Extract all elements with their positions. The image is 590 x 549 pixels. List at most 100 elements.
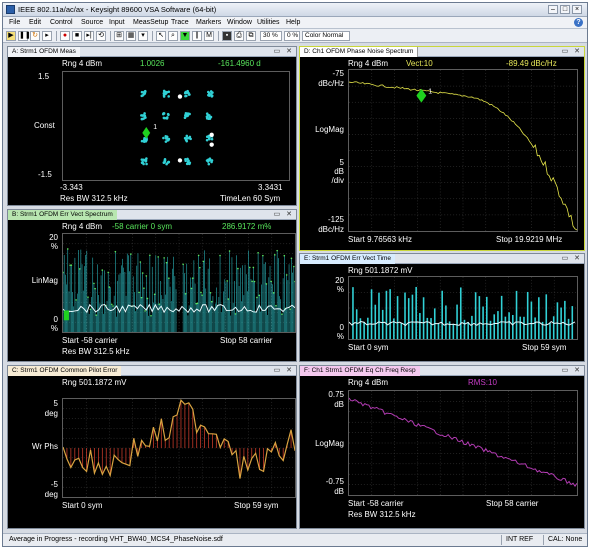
- menu-markers[interactable]: Markers: [196, 19, 221, 26]
- constellation-point: [140, 158, 144, 161]
- window-e-controls[interactable]: ▭ ✕: [562, 254, 582, 264]
- copy-icon[interactable]: ⧉: [246, 31, 256, 41]
- color-mode-select[interactable]: Color Normal: [302, 31, 350, 41]
- spectrum-peak: [210, 300, 213, 303]
- layout-icon[interactable]: ⊞: [114, 31, 124, 41]
- window-a-tab[interactable]: A: Strm1 OFDM Meas: [8, 47, 80, 57]
- start-label: Start 0 sym: [62, 501, 103, 510]
- constellation-graticule[interactable]: 1: [62, 71, 290, 181]
- stop-freq-label: Stop 19.9219 MHz: [496, 235, 563, 244]
- zoom-icon[interactable]: ⌕: [168, 31, 178, 41]
- pilot-error-graticule[interactable]: [62, 398, 296, 498]
- y-bottom-unit: deg: [44, 490, 58, 499]
- constellation-point: [165, 135, 169, 139]
- constellation-point: [143, 139, 147, 142]
- reference-status[interactable]: INT REF: [501, 535, 541, 545]
- step-icon[interactable]: ▸|: [84, 31, 94, 41]
- marker-icon[interactable]: ▼: [180, 31, 190, 41]
- spectrum-peak: [140, 296, 143, 299]
- spectrum-peak: [258, 294, 261, 297]
- menu-meassetup[interactable]: MeasSetup: [133, 19, 168, 26]
- window-e-titlebar: E: Strm1 OFDM Err Vect Time ▭ ✕: [300, 254, 584, 264]
- y-top-unit: dBc/Hz: [318, 79, 344, 88]
- menu-source[interactable]: Source: [81, 19, 103, 26]
- close-button[interactable]: ×: [572, 5, 582, 14]
- window-f-eq-ch-freq-resp[interactable]: F: Ch1 Strm1 OFDM Eq Ch Freq Resp ▭ ✕ Rn…: [299, 365, 585, 529]
- spectrum-peak: [63, 271, 64, 274]
- spectrum-peak: [190, 287, 193, 290]
- stop-icon[interactable]: ■: [72, 31, 82, 41]
- spectrum-peak: [153, 293, 156, 296]
- spectrum-peak: [265, 283, 268, 285]
- spectrum-peak: [146, 297, 149, 300]
- menu-trace[interactable]: Trace: [171, 19, 189, 26]
- restart-icon[interactable]: ↻: [30, 31, 40, 41]
- spectrum-peak: [182, 263, 184, 266]
- menu-control[interactable]: Control: [50, 19, 73, 26]
- pause-icon[interactable]: ❚❚: [18, 31, 31, 41]
- freq-resp-graticule[interactable]: [348, 390, 578, 496]
- rms-label: RMS:10: [468, 378, 497, 387]
- y-bottom-unit: %: [336, 332, 344, 341]
- window-d-controls[interactable]: ▭ ✕: [562, 47, 582, 57]
- print-icon[interactable]: ⎙: [234, 31, 244, 41]
- phase-noise-graticule[interactable]: 1: [348, 69, 578, 232]
- constellation-point: [209, 90, 213, 93]
- window-a-controls[interactable]: ▭ ✕: [274, 47, 294, 57]
- repeat-icon[interactable]: ⟲: [96, 31, 106, 41]
- marker-bars-icon[interactable]: ∥: [192, 31, 202, 41]
- window-b-err-vect-spectrum[interactable]: B: Strm1 OFDM Err Vect Spectrum ▭ ✕ Rng …: [7, 209, 297, 362]
- window-b-controls[interactable]: ▭ ✕: [274, 210, 294, 220]
- menu-file[interactable]: File: [9, 19, 20, 26]
- marker-to-icon[interactable]: M: [204, 31, 214, 41]
- constellation-point: [185, 94, 188, 98]
- window-c-tab[interactable]: C: Strm1 OFDM Common Pilot Error: [8, 366, 122, 376]
- window-e-err-vect-time[interactable]: E: Strm1 OFDM Err Vect Time ▭ ✕ Rng 501.…: [299, 253, 585, 362]
- window-f-controls[interactable]: ▭ ✕: [562, 366, 582, 376]
- menu-help[interactable]: Help: [286, 19, 300, 26]
- record-icon[interactable]: ●: [60, 31, 70, 41]
- y-top-unit: deg: [44, 409, 58, 418]
- grid-icon[interactable]: ▦: [126, 31, 136, 41]
- constellation-point: [163, 159, 167, 162]
- marker-diamond: [142, 126, 151, 139]
- help-icon[interactable]: ?: [574, 18, 583, 27]
- err-vect-spectrum-graticule[interactable]: [62, 233, 296, 333]
- window-e-tab[interactable]: E: Strm1 OFDM Err Vect Time: [300, 254, 396, 264]
- single-icon[interactable]: ▸: [42, 31, 52, 41]
- minimize-button[interactable]: –: [548, 5, 558, 14]
- err-vect-time-graticule[interactable]: [348, 276, 578, 340]
- window-c-pilot-error[interactable]: C: Strm1 OFDM Common Pilot Error ▭ ✕ Rng…: [7, 365, 297, 529]
- window-title: IEEE 802.11a/ac/ax - Keysight 89600 VSA …: [18, 5, 217, 14]
- maximize-button[interactable]: □: [560, 5, 570, 14]
- constellation-point: [185, 139, 189, 143]
- window-a-constellation[interactable]: A: Strm1 OFDM Meas ▭ ✕ Rng 4 dBm 1.0026 …: [7, 46, 297, 206]
- constellation-point: [164, 140, 168, 143]
- opacity-field-2[interactable]: 0 %: [284, 31, 300, 41]
- opacity-field-1[interactable]: 30 %: [260, 31, 282, 41]
- window-c-controls[interactable]: ▭ ✕: [274, 366, 294, 376]
- window-b-tab[interactable]: B: Strm1 OFDM Err Vect Spectrum: [8, 210, 117, 220]
- pointer-icon[interactable]: ↖: [156, 31, 166, 41]
- constellation-point: [165, 116, 168, 120]
- menu-input[interactable]: Input: [109, 19, 125, 26]
- spectrum-peak: [201, 294, 203, 296]
- calibration-status[interactable]: CAL: None: [543, 535, 587, 545]
- screen-icon[interactable]: ▪: [222, 31, 232, 41]
- y-top-label: 0.75: [328, 390, 344, 399]
- menu-edit[interactable]: Edit: [29, 19, 41, 26]
- dropdown-icon[interactable]: ▾: [138, 31, 148, 41]
- spectrum-peak: [276, 249, 278, 252]
- window-d-tab[interactable]: D: Ch1 OFDM Phase Noise Spectrum: [300, 47, 419, 57]
- spectrum-peak: [150, 314, 152, 317]
- play-icon[interactable]: ▶: [6, 31, 16, 41]
- window-f-tab[interactable]: F: Ch1 Strm1 OFDM Eq Ch Freq Resp: [300, 366, 420, 376]
- marker-info: -58 carrier 0 sym: [112, 222, 173, 231]
- menu-utilities[interactable]: Utilities: [257, 19, 280, 26]
- menu-window[interactable]: Window: [227, 19, 252, 26]
- window-f-titlebar: F: Ch1 Strm1 OFDM Eq Ch Freq Resp ▭ ✕: [300, 366, 584, 376]
- menu-bar: File Edit Control Source Input MeasSetup…: [3, 17, 587, 29]
- spectrum-peak: [262, 254, 264, 257]
- start-freq-label: Start 9.76563 kHz: [348, 235, 413, 244]
- window-d-phase-noise[interactable]: D: Ch1 OFDM Phase Noise Spectrum ▭ ✕ Rng…: [299, 46, 585, 251]
